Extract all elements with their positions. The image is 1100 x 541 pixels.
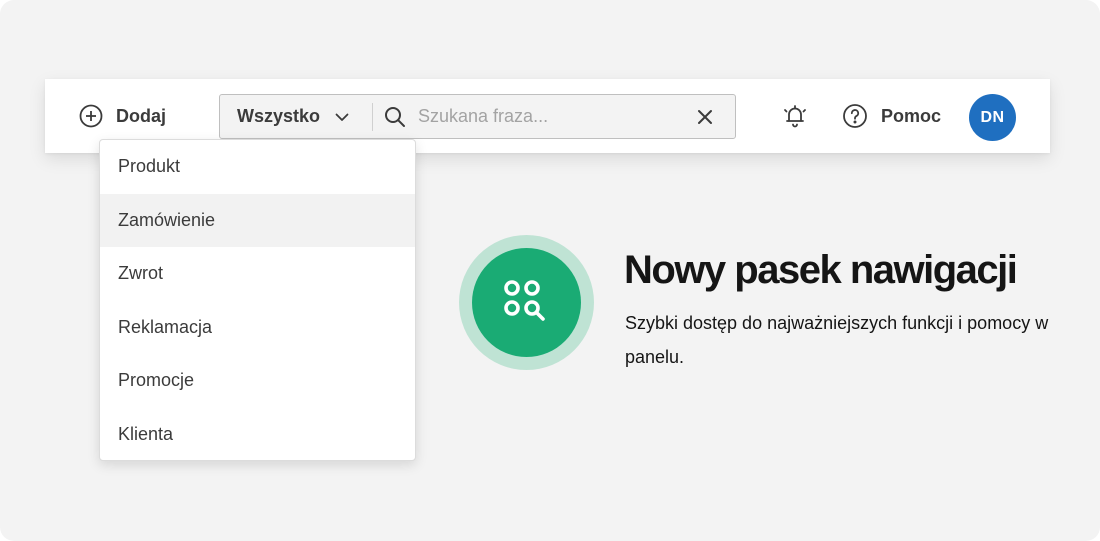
promo-badge <box>459 235 594 370</box>
dropdown-item-klienta[interactable]: Klienta <box>100 408 415 462</box>
search-scope-dropdown: Produkt Zamówienie Zwrot Reklamacja Prom… <box>99 139 416 461</box>
dropdown-item-zamowienie[interactable]: Zamówienie <box>100 193 415 247</box>
search-scope-label: Wszystko <box>237 106 321 126</box>
add-button[interactable]: Dodaj <box>79 104 166 128</box>
question-circle-icon <box>843 104 867 128</box>
dropdown-item-reklamacja[interactable]: Reklamacja <box>100 301 415 355</box>
bell-icon[interactable] <box>782 103 808 129</box>
dropdown-item-zwrot[interactable]: Zwrot <box>100 247 415 301</box>
close-icon[interactable] <box>696 108 714 126</box>
apps-search-icon <box>504 280 545 321</box>
search-icon <box>385 107 405 127</box>
promo-title: Nowy pasek nawigacji <box>624 248 1018 292</box>
add-button-label: Dodaj <box>116 105 167 126</box>
dropdown-item-produkt[interactable]: Produkt <box>100 140 415 194</box>
search-input[interactable] <box>418 101 678 132</box>
chevron-down-icon <box>335 113 349 121</box>
user-avatar[interactable]: DN <box>969 94 1016 141</box>
dropdown-item-promocje[interactable]: Promocje <box>100 354 415 408</box>
help-button[interactable]: Pomoc <box>842 103 941 129</box>
promo-description: Szybki dostęp do najważniejszych funkcji… <box>625 313 1049 367</box>
plus-circle-icon <box>79 104 103 128</box>
search-scope-select[interactable]: Wszystko <box>220 95 372 138</box>
help-label: Pomoc <box>881 105 942 126</box>
search-bar: Wszystko <box>219 94 736 139</box>
search-divider <box>372 103 373 131</box>
promo-badge-inner <box>472 248 581 357</box>
page-background: Dodaj Wszystko Szukana fraza... Pomoc DN… <box>0 0 1100 541</box>
